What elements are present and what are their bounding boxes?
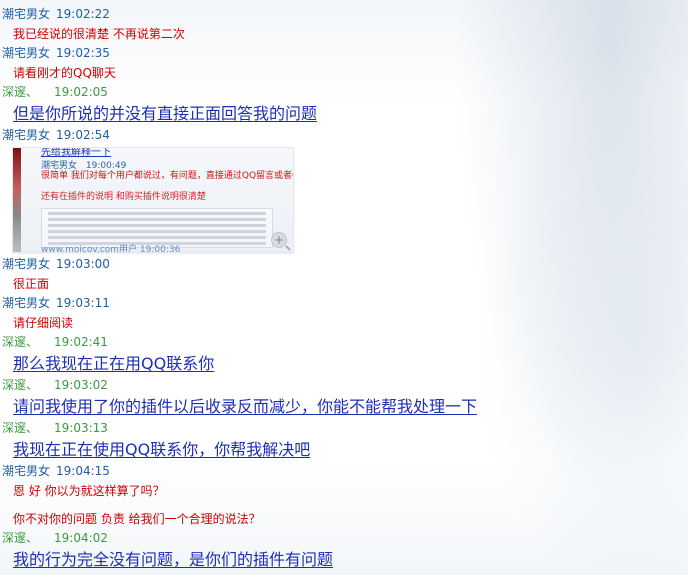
sender-name: 潮宅男女 (2, 296, 51, 310)
image-preview-text-block (41, 208, 273, 248)
sender-name: 潮宅男女 (2, 128, 51, 142)
message-header: 深邃、 19:04:02 (2, 530, 108, 546)
sender-name: 深邃、 (2, 531, 39, 545)
message-text: 很正面 (13, 277, 50, 291)
sender-name: 潮宅男女 (2, 257, 51, 271)
message-time: 19:03:02 (54, 378, 108, 392)
message-link-text[interactable]: 我现在正在使用QQ联系你，你帮我解决吧 (13, 440, 310, 460)
message-link-text[interactable]: 我的行为完全没有问题，是你们的插件有问题 (13, 550, 333, 570)
image-preview-line1: 很简单 我们对每个用户都说过，有问题，直接通过QQ留言或者QQ联系 (41, 171, 293, 181)
message-link-text[interactable]: 但是你所说的并没有直接正面回答我的问题 (13, 104, 317, 124)
message-header: 潮宅男女 19:02:54 (2, 127, 110, 143)
message-time: 19:03:00 (56, 257, 110, 271)
message-link-text[interactable]: 请问我使用了你的插件以后收录反而减少，你能不能帮我处理一下 (13, 397, 477, 417)
image-preview-line2: 还有在插件的说明 和购买插件说明很清楚 (41, 192, 206, 202)
sender-name: 潮宅男女 (2, 464, 51, 478)
message-header: 潮宅男女 19:04:15 (2, 463, 110, 479)
image-preview-bottom: www.moicov.com用户 19:00:36 (41, 245, 181, 253)
message-header: 深邃、 19:02:05 (2, 84, 108, 100)
message-time: 19:04:02 (54, 531, 108, 545)
image-preview[interactable]: 先给我解释一下 潮宅男女 19:00:49 很简单 我们对每个用户都说过，有问题… (12, 147, 294, 253)
sender-name: 深邃、 (2, 421, 39, 435)
message-time: 19:02:54 (56, 128, 110, 142)
message-text: 请仔细阅读 (13, 316, 74, 330)
message-text-line2: 你不对你的问题 负责 给我们一个合理的说法？ (13, 512, 261, 526)
message-time: 19:02:22 (56, 7, 110, 21)
message-header: 潮宅男女 19:03:00 (2, 256, 110, 272)
magnifier-plus-icon[interactable]: + (271, 232, 287, 248)
message-link-text[interactable]: 那么我现在正在用QQ联系你 (13, 354, 214, 374)
sender-name: 深邃、 (2, 378, 39, 392)
message-text: 恩 好 你以为就这样算了吗？ (13, 484, 165, 498)
image-preview-stripe (13, 148, 21, 252)
message-header: 深邃、 19:02:41 (2, 334, 108, 350)
message-time: 19:02:05 (54, 85, 108, 99)
message-header: 深邃、 19:03:13 (2, 420, 108, 436)
chat-log[interactable]: 潮宅男女 19:02:22 我已经说的很清楚 不再说第二次 潮宅男女 19:02:3… (0, 0, 688, 575)
sender-name: 深邃、 (2, 335, 39, 349)
message-header: 潮宅男女 19:02:35 (2, 45, 110, 61)
message-text: 我已经说的很清楚 不再说第二次 (13, 27, 185, 41)
message-header: 潮宅男女 19:03:11 (2, 295, 110, 311)
sender-name: 潮宅男女 (2, 46, 51, 60)
message-time: 19:03:13 (54, 421, 108, 435)
sender-name: 深邃、 (2, 85, 39, 99)
message-header: 潮宅男女 19:02:22 (2, 6, 110, 22)
message-time: 19:03:11 (56, 296, 110, 310)
sender-name: 潮宅男女 (2, 7, 51, 21)
message-time: 19:02:41 (54, 335, 108, 349)
message-time: 19:04:15 (56, 464, 110, 478)
message-text: 请看刚才的QQ聊天 (13, 66, 116, 80)
image-preview-title: 先给我解释一下 (41, 147, 111, 158)
message-header: 深邃、 19:03:02 (2, 377, 108, 393)
message-time: 19:02:35 (56, 46, 110, 60)
